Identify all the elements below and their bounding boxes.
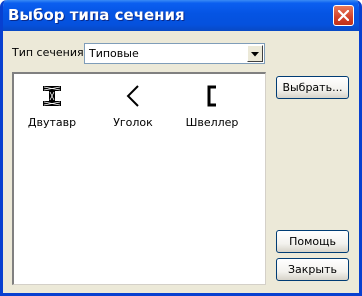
list-item-i-beam[interactable]: Двутавр <box>17 82 87 132</box>
list-item-label: Швеллер <box>185 116 239 129</box>
select-button[interactable]: Выбрать... <box>276 76 349 99</box>
close-window-button[interactable] <box>333 5 354 26</box>
section-type-dropdown[interactable]: Типовые <box>84 43 265 64</box>
list-item-label: Уголок <box>113 116 153 129</box>
i-beam-icon <box>43 86 61 106</box>
chevron-down-icon <box>251 52 259 57</box>
list-item-channel[interactable]: Швеллер <box>177 82 247 132</box>
list-item-angle[interactable]: Уголок <box>98 82 168 132</box>
window-title: Выбор типа сечения <box>8 6 185 24</box>
section-type-label: Тип сечения: <box>12 46 88 59</box>
help-button[interactable]: Помощь <box>276 230 349 253</box>
section-list[interactable]: Двутавр Уголок Швеллер <box>12 72 266 285</box>
dropdown-arrow-button[interactable] <box>247 45 263 62</box>
section-type-value: Типовые <box>89 47 139 60</box>
angle-icon <box>126 85 139 107</box>
close-icon <box>338 10 349 21</box>
title-bar[interactable]: Выбор типа сечения <box>3 0 359 31</box>
list-item-label: Двутавр <box>27 116 77 129</box>
channel-icon <box>207 85 216 107</box>
close-button[interactable]: Закрыть <box>276 258 349 281</box>
